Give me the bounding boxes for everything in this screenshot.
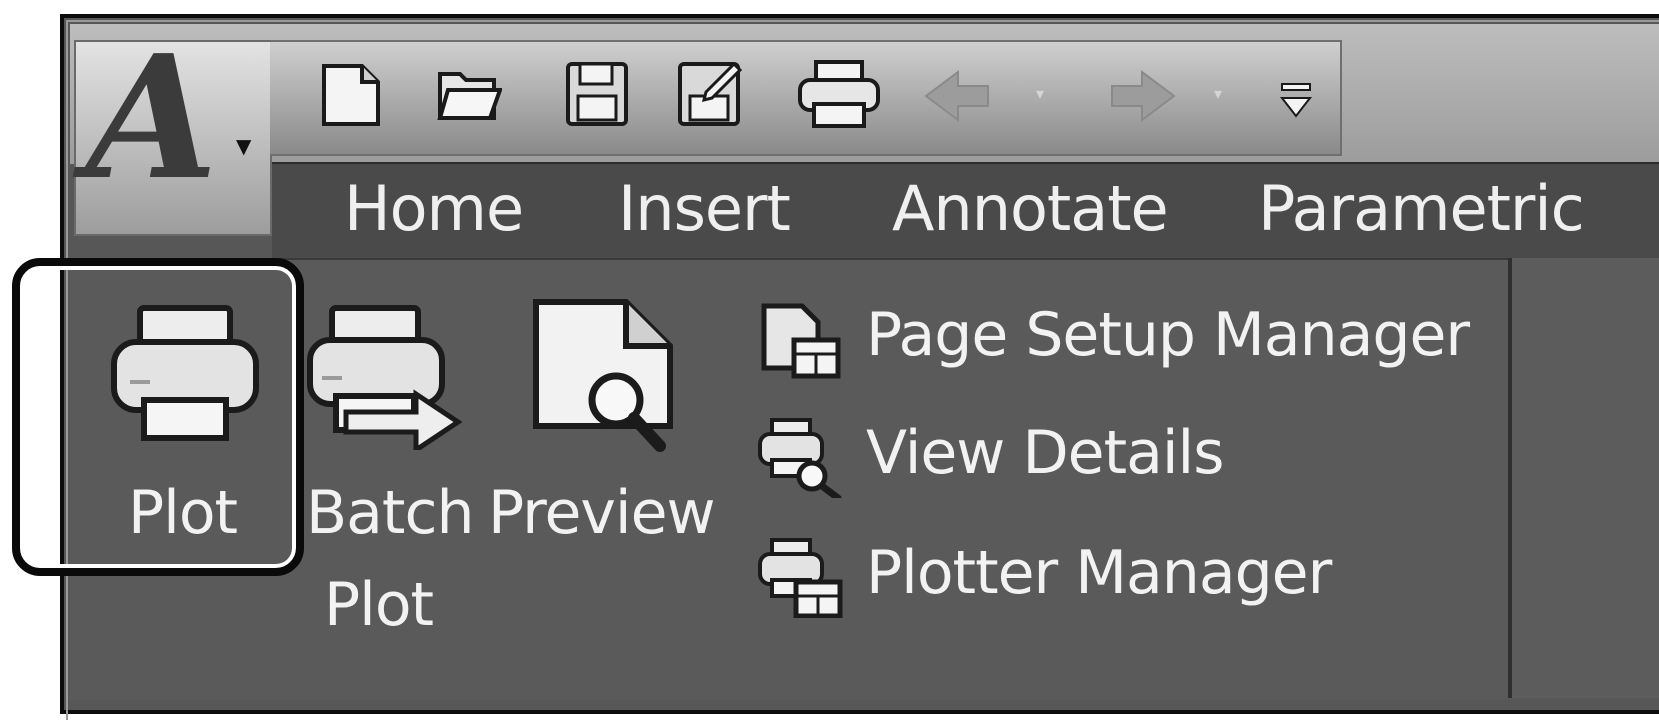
preview-button[interactable]: Preview — [488, 290, 726, 550]
open-icon[interactable] — [436, 58, 503, 130]
batch-plot-icon — [306, 304, 463, 455]
redo-icon[interactable] — [1098, 58, 1182, 130]
view-details-label: View Details — [866, 418, 1224, 488]
save-icon[interactable] — [564, 58, 630, 130]
tab-annotate[interactable]: Annotate — [892, 172, 1169, 245]
tab-parametric[interactable]: Parametric — [1258, 172, 1585, 245]
view-details-icon — [756, 418, 844, 502]
tab-insert[interactable]: Insert — [618, 172, 791, 245]
batch-plot-label-line2: Plot — [324, 570, 434, 640]
plotter-manager-icon — [756, 538, 844, 619]
customize-icon[interactable] — [1276, 58, 1316, 130]
view-details-button[interactable]: View Details — [756, 418, 1236, 502]
undo-dropdown-icon[interactable]: ▾ — [1036, 84, 1044, 103]
plot-highlight-callout — [12, 258, 304, 576]
page-setup-manager-label: Page Setup Manager — [866, 300, 1470, 370]
new-icon[interactable] — [318, 58, 384, 130]
save-as-icon[interactable] — [676, 58, 743, 130]
batch-plot-button[interactable]: Batch Plot — [300, 290, 474, 640]
batch-plot-label-line1: Batch — [306, 478, 474, 548]
app-menu-arrow-icon: ▼ — [236, 134, 252, 158]
page-setup-icon — [756, 300, 844, 380]
undo-icon[interactable] — [918, 58, 1002, 130]
page-setup-manager-button[interactable]: Page Setup Manager — [756, 300, 1476, 380]
plotter-manager-label: Plotter Manager — [866, 538, 1332, 608]
preview-label: Preview — [488, 478, 716, 548]
plot-icon[interactable] — [796, 58, 882, 130]
next-panel — [1512, 258, 1659, 698]
autocad-logo-icon: A — [86, 18, 218, 218]
redo-dropdown-icon[interactable]: ▾ — [1214, 84, 1222, 103]
plotter-manager-button[interactable]: Plotter Manager — [756, 538, 1346, 619]
preview-icon — [530, 296, 680, 454]
tab-home[interactable]: Home — [344, 172, 524, 245]
